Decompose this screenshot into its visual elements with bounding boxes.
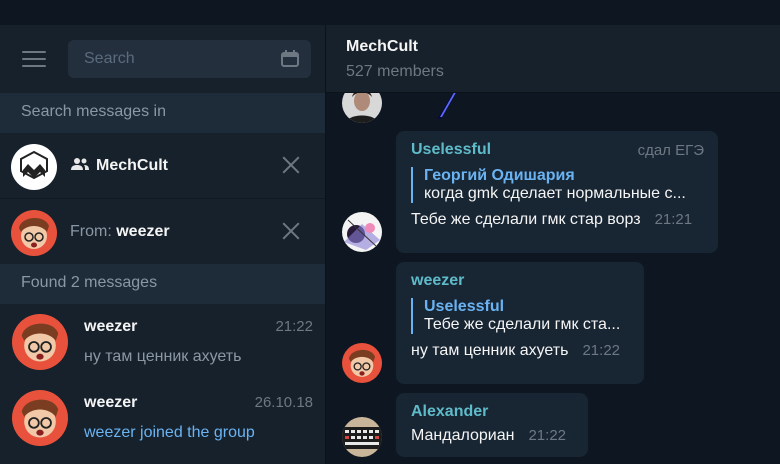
- result-name: weezer: [84, 318, 138, 335]
- message-time: 21:22: [528, 427, 567, 444]
- reply-author: Uselessful: [424, 298, 505, 315]
- message-bubble[interactable]: Alexander Мандалориан 21:22: [396, 393, 588, 457]
- message-author[interactable]: Alexander: [411, 403, 573, 421]
- sticker-fragment: [437, 89, 459, 119]
- message-text-row: Мандалориан 21:22: [411, 427, 573, 445]
- group-icon: [71, 157, 89, 170]
- found-header: Found 2 messages: [0, 264, 325, 304]
- weezer-avatar[interactable]: [342, 343, 382, 383]
- weezer-avatar: [12, 390, 68, 446]
- author-title-badge: сдал ЕГЭ: [637, 142, 704, 159]
- message-time: 21:22: [582, 342, 621, 359]
- message-bubble[interactable]: Uselessful сдал ЕГЭ Георгий Одишария ког…: [396, 131, 718, 253]
- reply-text: Тебе же сделали гмк ста...: [424, 316, 621, 333]
- reply-author: Георгий Одишария: [424, 167, 575, 184]
- from-user: weezer: [116, 223, 170, 240]
- window-titlebar: [0, 0, 780, 25]
- close-icon[interactable]: [281, 155, 301, 175]
- from-filter[interactable]: From: weezer: [0, 199, 325, 265]
- mechcult-avatar: [11, 144, 57, 190]
- from-prefix: From:: [70, 223, 117, 240]
- result-text: weezer joined the group: [84, 424, 255, 441]
- message-time: 21:21: [654, 211, 693, 228]
- chat-filter[interactable]: MechCult: [0, 133, 325, 199]
- message-text-row: Тебе же сделали гмк стар ворз 21:21: [411, 211, 703, 229]
- message-text: Мандалориан: [411, 427, 515, 444]
- user-avatar[interactable]: [342, 212, 382, 252]
- chat-member-count: 527 members: [346, 63, 444, 80]
- result-time: 21:22: [275, 318, 313, 335]
- sidebar: Search messages in MechCult: [0, 25, 325, 464]
- message-text: Тебе же сделали гмк стар ворз: [411, 211, 641, 228]
- reply-quote[interactable]: Георгий Одишария когда gmk сделает норма…: [411, 167, 703, 203]
- chat-title: MechCult: [346, 38, 418, 55]
- chat-filter-name: MechCult: [96, 157, 168, 174]
- keyboard-avatar[interactable]: [342, 417, 382, 457]
- result-text: ну там ценник ахуеть: [84, 348, 242, 365]
- message-bubble[interactable]: weezer Uselessful Тебе же сделали гмк ст…: [396, 262, 644, 384]
- search-input[interactable]: [84, 40, 274, 78]
- calendar-icon[interactable]: [281, 50, 299, 67]
- search-in-header: Search messages in: [0, 93, 325, 133]
- message-text-row: ну там ценник ахуеть 21:22: [411, 342, 629, 360]
- chat-header[interactable]: MechCult 527 members: [326, 25, 780, 93]
- result-time: 26.10.18: [254, 394, 313, 411]
- reply-text: когда gmk сделает нормальные с...: [424, 185, 686, 202]
- message-author[interactable]: weezer: [411, 272, 629, 290]
- search-box: [68, 40, 311, 78]
- sidebar-topbar: [0, 25, 325, 93]
- chat-filter-label: MechCult: [70, 133, 168, 199]
- message-text: ну там ценник ахуеть: [411, 342, 569, 359]
- search-result-item[interactable]: weezer 21:22 ну там ценник ахуеть: [0, 304, 325, 380]
- weezer-avatar: [11, 210, 57, 256]
- reply-quote[interactable]: Uselessful Тебе же сделали гмк ста...: [411, 298, 629, 334]
- result-name: weezer: [84, 394, 138, 411]
- close-icon[interactable]: [281, 221, 301, 241]
- menu-icon[interactable]: [22, 51, 46, 69]
- weezer-avatar: [12, 314, 68, 370]
- chat-panel: MechCult 527 members Uselessful сдал ЕГЭ…: [326, 25, 780, 464]
- search-result-item[interactable]: weezer 26.10.18 weezer joined the group: [0, 380, 325, 456]
- from-filter-label: From: weezer: [70, 199, 170, 265]
